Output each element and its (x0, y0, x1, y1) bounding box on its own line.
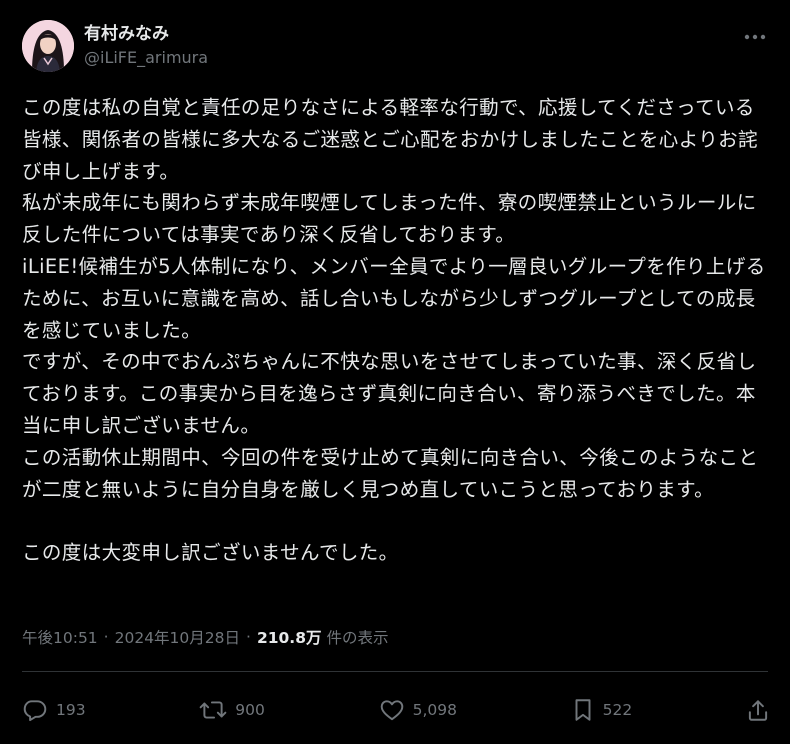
post-time[interactable]: 午後10:51 (22, 626, 98, 648)
share-button[interactable] (746, 697, 770, 723)
meta-separator: · (103, 628, 109, 646)
more-button[interactable] (740, 22, 770, 46)
action-bar: 193 900 5,098 522 (22, 692, 770, 728)
meta-separator: · (246, 628, 251, 646)
like-button[interactable]: 5,098 (379, 697, 457, 723)
bookmark-icon (571, 697, 595, 723)
post-text: この度は私の自覚と責任の足りなさによる軽率な行動で、応援してくださっている皆様、… (22, 96, 766, 565)
reply-button[interactable]: 193 (22, 697, 86, 723)
post-header: 有村みなみ @iLiFE_arimura (22, 18, 208, 74)
bookmark-count: 522 (602, 701, 633, 719)
divider (22, 671, 768, 672)
like-icon (379, 697, 405, 723)
views-label: 件の表示 (326, 629, 389, 647)
reply-count: 193 (56, 701, 86, 719)
handle[interactable]: @iLiFE_arimura (84, 47, 208, 69)
post-meta: 午後10:51 · 2024年10月28日 · 210.8万 件の表示 (22, 626, 389, 648)
display-name[interactable]: 有村みなみ (84, 23, 208, 45)
repost-count: 900 (235, 701, 265, 719)
reply-icon (22, 697, 48, 723)
share-icon (746, 697, 770, 723)
post: 有村みなみ @iLiFE_arimura この度は私の自覚と責任の足りなさによる… (0, 0, 790, 744)
author-names: 有村みなみ @iLiFE_arimura (84, 23, 208, 69)
more-icon (744, 25, 766, 44)
repost-icon (199, 697, 227, 723)
bookmark-button[interactable]: 522 (571, 697, 633, 723)
post-date[interactable]: 2024年10月28日 (115, 626, 240, 648)
views-count: 210.8万 (256, 629, 322, 647)
like-count: 5,098 (412, 701, 457, 719)
repost-button[interactable]: 900 (199, 697, 265, 723)
avatar[interactable] (22, 20, 74, 72)
